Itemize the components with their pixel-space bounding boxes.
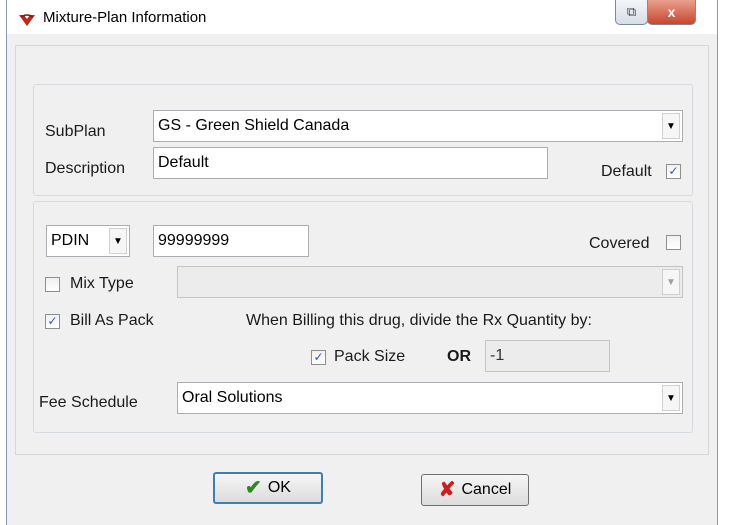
pack-size-checkbox[interactable]: ✓ bbox=[311, 350, 326, 365]
mix-type-label: Mix Type bbox=[70, 275, 134, 292]
fee-schedule-dropdown-icon[interactable]: ▼ bbox=[662, 385, 680, 411]
drug-id-input[interactable]: 99999999 bbox=[153, 225, 309, 257]
checkmark-icon: ✔ bbox=[245, 477, 262, 499]
close-button[interactable]: x bbox=[647, 0, 696, 25]
default-checkbox[interactable]: ✓ bbox=[666, 164, 681, 179]
drug-id-value: 99999999 bbox=[158, 232, 230, 249]
or-label: OR bbox=[447, 348, 471, 365]
description-value: Default bbox=[158, 154, 209, 171]
billing-note: When Billing this drug, divide the Rx Qu… bbox=[246, 312, 592, 329]
mix-type-select[interactable]: ▼ bbox=[177, 266, 683, 298]
window-title: Mixture-Plan Information bbox=[43, 9, 207, 26]
cancel-button[interactable]: ✘ Cancel bbox=[421, 474, 529, 506]
description-input[interactable]: Default bbox=[153, 147, 548, 179]
dialog-body: SubPlan GS - Green Shield Canada ▼ Descr… bbox=[15, 45, 709, 455]
id-type-value: PDIN bbox=[51, 232, 90, 249]
default-label: Default bbox=[601, 163, 652, 180]
quantity-divisor-input[interactable]: -1 bbox=[485, 340, 610, 372]
cancel-label: Cancel bbox=[461, 481, 512, 498]
restore-icon: ⧉ bbox=[626, 4, 637, 19]
drug-group: PDIN ▼ 99999999 Covered Mix Type ▼ ✓ Bil… bbox=[33, 201, 693, 433]
ok-label: OK bbox=[267, 479, 291, 496]
mix-type-dropdown-icon[interactable]: ▼ bbox=[662, 269, 680, 295]
covered-checkbox[interactable] bbox=[666, 235, 681, 250]
fee-schedule-select[interactable]: Oral Solutions ▼ bbox=[177, 382, 683, 414]
subplan-dropdown-icon[interactable]: ▼ bbox=[662, 113, 680, 139]
ok-button[interactable]: ✔ OK bbox=[213, 472, 323, 504]
title-bar: Mixture-Plan Information ⧉ x bbox=[7, 0, 717, 34]
fee-schedule-value: Oral Solutions bbox=[182, 389, 283, 406]
dialog-window: Mixture-Plan Information ⧉ x SubPlan GS … bbox=[6, 0, 718, 525]
quantity-divisor-value: -1 bbox=[490, 347, 505, 364]
restore-button[interactable]: ⧉ bbox=[615, 0, 648, 25]
subplan-value: GS - Green Shield Canada bbox=[158, 117, 350, 134]
bill-as-pack-checkbox[interactable]: ✓ bbox=[45, 314, 60, 329]
plan-group: SubPlan GS - Green Shield Canada ▼ Descr… bbox=[33, 84, 693, 196]
pack-size-label: Pack Size bbox=[334, 348, 406, 365]
fee-schedule-label: Fee Schedule bbox=[39, 394, 138, 411]
covered-label: Covered bbox=[589, 235, 650, 252]
id-type-select[interactable]: PDIN ▼ bbox=[46, 225, 130, 257]
subplan-label: SubPlan bbox=[45, 123, 106, 140]
app-logo-icon bbox=[19, 14, 35, 26]
bill-as-pack-label: Bill As Pack bbox=[70, 312, 154, 329]
description-label: Description bbox=[45, 160, 126, 177]
cancel-x-icon: ✘ bbox=[438, 479, 456, 501]
close-icon: x bbox=[667, 4, 676, 20]
subplan-select[interactable]: GS - Green Shield Canada ▼ bbox=[153, 110, 683, 142]
id-type-dropdown-icon[interactable]: ▼ bbox=[109, 228, 127, 254]
mix-type-checkbox[interactable] bbox=[45, 277, 60, 292]
